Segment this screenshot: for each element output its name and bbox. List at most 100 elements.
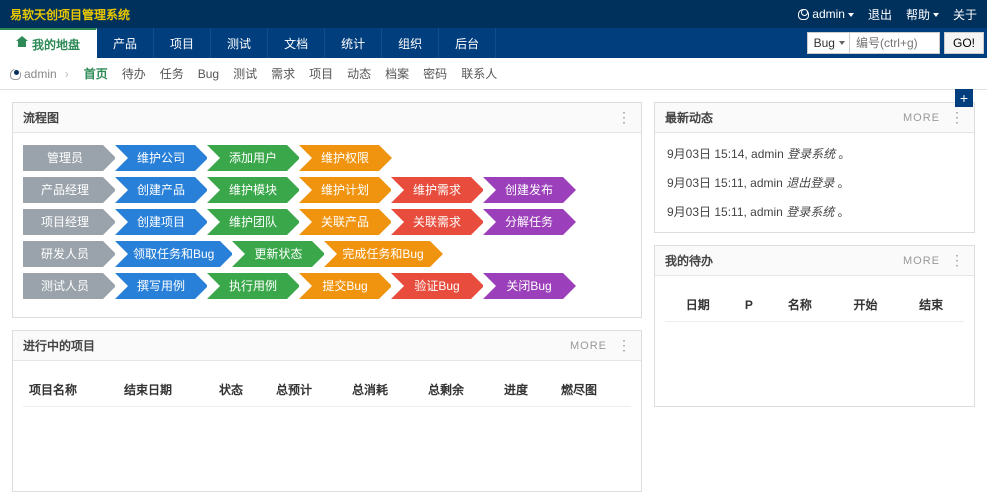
panel-title: 流程图 — [23, 109, 59, 126]
activity-item: 9月03日 15:11, admin 登录系统 。 — [667, 197, 962, 226]
more-link[interactable]: MORE — [903, 112, 940, 124]
nav-tabs: 我的地盘产品项目测试文档统计组织后台 — [0, 28, 496, 58]
col-header: 开始 — [833, 288, 899, 322]
flow-step[interactable]: 创建发布 — [483, 177, 563, 203]
flow-step[interactable]: 撰写用例 — [115, 273, 195, 299]
col-header: 燃尽图 — [555, 373, 631, 407]
about-link[interactable]: 关于 — [953, 6, 977, 23]
subnav-9[interactable]: 密码 — [416, 63, 454, 85]
search-input[interactable] — [850, 32, 940, 54]
subnav-5[interactable]: 需求 — [264, 63, 302, 85]
chevron-down-icon — [848, 13, 854, 17]
search-bar: Bug GO! — [804, 28, 987, 58]
flow-step[interactable]: 执行用例 — [207, 273, 287, 299]
subnav-4[interactable]: 测试 — [226, 63, 264, 85]
flow-step[interactable]: 关闭Bug — [483, 273, 563, 299]
flow-step[interactable]: 维护需求 — [391, 177, 471, 203]
flow-step[interactable]: 项目经理 — [23, 209, 103, 235]
subnav-1[interactable]: 待办 — [115, 63, 153, 85]
col-header: 总消耗 — [346, 373, 422, 407]
flow-step[interactable]: 产品经理 — [23, 177, 103, 203]
more-link[interactable]: MORE — [570, 340, 607, 352]
col-header: 结束日期 — [118, 373, 213, 407]
panel-title: 进行中的项目 — [23, 337, 95, 354]
flow-step[interactable]: 测试人员 — [23, 273, 103, 299]
sub-nav: admin › 首页待办任务Bug测试需求项目动态档案密码联系人 — [0, 58, 987, 90]
todo-table: 日期P名称开始结束 — [665, 288, 964, 322]
brand: 易软天创项目管理系统 — [10, 6, 130, 23]
breadcrumb-sep: › — [65, 67, 69, 81]
flow-step[interactable]: 关联需求 — [391, 209, 471, 235]
projects-table: 项目名称结束日期状态总预计总消耗总剩余进度燃尽图 — [23, 373, 631, 407]
logout-link[interactable]: 退出 — [868, 6, 892, 23]
flow-step[interactable]: 完成任务和Bug — [324, 241, 429, 267]
flow-step[interactable]: 研发人员 — [23, 241, 103, 267]
col-header: 日期 — [665, 288, 731, 322]
panel-title: 我的待办 — [665, 252, 713, 269]
flow-step[interactable]: 维护计划 — [299, 177, 379, 203]
topbar: 易软天创项目管理系统 admin 退出 帮助 关于 — [0, 0, 987, 28]
flow-step[interactable]: 维护模块 — [207, 177, 287, 203]
user-icon — [798, 9, 809, 20]
flow-step[interactable]: 创建项目 — [115, 209, 195, 235]
activity-item: 9月03日 15:14, admin 登录系统 。 — [667, 139, 962, 168]
nav-tab-1[interactable]: 产品 — [97, 28, 154, 58]
panel-menu-icon[interactable]: ⋮ — [950, 252, 964, 269]
col-header: 进度 — [498, 373, 555, 407]
subnav-3[interactable]: Bug — [191, 63, 226, 85]
home-icon — [16, 39, 28, 49]
subnav-7[interactable]: 动态 — [340, 63, 378, 85]
breadcrumb-user: admin — [10, 67, 57, 81]
flow-step[interactable]: 创建产品 — [115, 177, 195, 203]
flow-step[interactable]: 更新状态 — [232, 241, 312, 267]
main-nav: 我的地盘产品项目测试文档统计组织后台 Bug GO! — [0, 28, 987, 58]
panel-menu-icon[interactable]: ⋮ — [617, 337, 631, 354]
subnav-8[interactable]: 档案 — [378, 63, 416, 85]
nav-tab-5[interactable]: 统计 — [325, 28, 382, 58]
flow-step[interactable]: 维护权限 — [299, 145, 379, 171]
nav-tab-6[interactable]: 组织 — [382, 28, 439, 58]
user-menu[interactable]: admin — [798, 7, 854, 21]
flow-step[interactable]: 验证Bug — [391, 273, 471, 299]
top-right: admin 退出 帮助 关于 — [798, 6, 977, 23]
nav-tab-0[interactable]: 我的地盘 — [0, 28, 97, 58]
col-header: 结束 — [898, 288, 964, 322]
flow-step[interactable]: 关联产品 — [299, 209, 379, 235]
flow-step[interactable]: 提交Bug — [299, 273, 379, 299]
chevron-down-icon — [933, 13, 939, 17]
panel-todo: 我的待办 MORE ⋮ 日期P名称开始结束 — [654, 245, 975, 407]
flow-step[interactable]: 添加用户 — [207, 145, 287, 171]
subnav-0[interactable]: 首页 — [77, 63, 115, 85]
help-menu[interactable]: 帮助 — [906, 6, 939, 23]
subnav-10[interactable]: 联系人 — [454, 63, 504, 85]
panel-activity: 最新动态 MORE⋮ 9月03日 15:14, admin 登录系统 。9月03… — [654, 102, 975, 233]
search-go-button[interactable]: GO! — [944, 32, 984, 54]
more-link[interactable]: MORE — [903, 255, 940, 267]
panel-menu-icon[interactable]: ⋮ — [950, 109, 964, 126]
col-header: P — [731, 288, 767, 322]
flow-step[interactable]: 维护团队 — [207, 209, 287, 235]
panel-title: 最新动态 — [665, 109, 713, 126]
col-header: 项目名称 — [23, 373, 118, 407]
flow-step[interactable]: 管理员 — [23, 145, 103, 171]
panel-flow: 流程图 ⋮ 管理员维护公司添加用户维护权限产品经理创建产品维护模块维护计划维护需… — [12, 102, 642, 318]
subnav-2[interactable]: 任务 — [153, 63, 191, 85]
subnav-6[interactable]: 项目 — [302, 63, 340, 85]
search-type-select[interactable]: Bug — [807, 32, 850, 54]
panel-menu-icon[interactable]: ⋮ — [617, 109, 631, 126]
col-header: 总预计 — [270, 373, 346, 407]
col-header: 状态 — [213, 373, 270, 407]
dashboard: 流程图 ⋮ 管理员维护公司添加用户维护权限产品经理创建产品维护模块维护计划维护需… — [0, 90, 987, 504]
col-header: 名称 — [767, 288, 833, 322]
col-header: 总剩余 — [422, 373, 498, 407]
flow-step[interactable]: 维护公司 — [115, 145, 195, 171]
nav-tab-7[interactable]: 后台 — [439, 28, 496, 58]
nav-tab-4[interactable]: 文档 — [268, 28, 325, 58]
panel-projects: 进行中的项目 MORE ⋮ 项目名称结束日期状态总预计总消耗总剩余进度燃尽图 — [12, 330, 642, 492]
flow-step[interactable]: 分解任务 — [483, 209, 563, 235]
add-panel-button[interactable]: + — [955, 89, 973, 107]
activity-item: 9月03日 15:11, admin 退出登录 。 — [667, 168, 962, 197]
nav-tab-3[interactable]: 测试 — [211, 28, 268, 58]
nav-tab-2[interactable]: 项目 — [154, 28, 211, 58]
flow-step[interactable]: 领取任务和Bug — [115, 241, 220, 267]
